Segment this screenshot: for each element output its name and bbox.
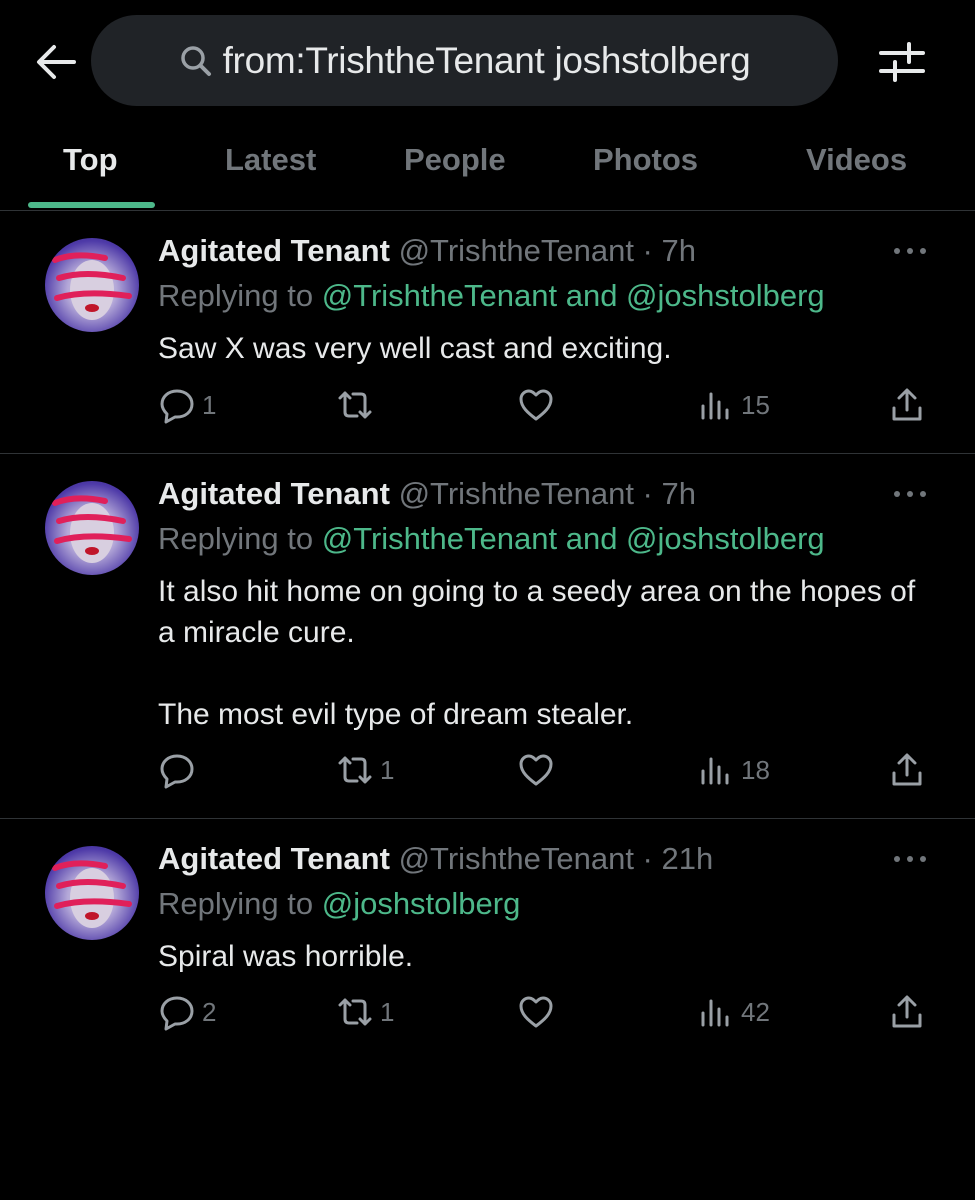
like-icon [519,754,553,786]
tweet-header: Agitated Tenant @TrishtheTenant · 7h [158,233,696,269]
more-icon [894,248,926,254]
filter-sliders-icon [879,42,925,82]
views-icon [701,392,729,420]
avatar[interactable] [45,238,139,332]
reply-count: 2 [202,996,217,1027]
tweet-text: It also hit home on going to a seedy are… [158,575,916,731]
tab-top[interactable]: Top [63,142,118,178]
active-tab-indicator [28,202,155,208]
tab-latest[interactable]: Latest [225,142,316,178]
author-meta: @TrishtheTenant · 7h [398,233,696,268]
share-icon [892,753,922,786]
share-icon [892,995,922,1028]
author-name[interactable]: Agitated Tenant [158,233,390,268]
views-count: 42 [741,996,770,1027]
reply-button[interactable]: 1 [158,383,216,427]
search-tabs: Top Latest People Photos Videos [0,120,975,211]
reply-mentions[interactable]: @TrishtheTenant and @joshstolberg [322,521,825,556]
tweet-text: Saw X was very well cast and exciting. [158,332,672,365]
reply-count: 1 [202,389,217,420]
more-button[interactable] [890,484,930,504]
more-icon [894,491,926,497]
reply-prefix: Replying to [158,886,322,921]
repost-count: 1 [380,754,395,785]
reply-context: Replying to @TrishtheTenant and @joshsto… [158,521,825,557]
share-button[interactable] [888,383,926,427]
share-button[interactable] [888,990,926,1034]
author-meta: @TrishtheTenant · 7h [398,476,696,511]
views-count: 18 [741,754,770,785]
repost-icon [338,391,372,419]
search-query: from:TrishtheTenant joshstolberg [222,39,751,81]
reply-context: Replying to @joshstolberg [158,886,520,922]
like-button[interactable] [517,990,561,1034]
more-button[interactable] [890,849,930,869]
tweet-actions: 1 18 [0,748,975,792]
views-count: 15 [741,389,770,420]
filter-button[interactable] [876,38,928,86]
reply-icon [160,754,194,789]
like-icon [519,996,553,1028]
reply-prefix: Replying to [158,278,322,313]
top-bar: from:TrishtheTenant joshstolberg [0,0,975,120]
search-icon [179,44,213,78]
tab-people[interactable]: People [404,142,506,178]
tweet[interactable]: Agitated Tenant @TrishtheTenant · 21h Re… [0,819,975,1049]
share-icon [892,388,922,421]
tweet-header: Agitated Tenant @TrishtheTenant · 7h [158,476,696,512]
views-button[interactable]: 15 [697,383,770,427]
repost-button[interactable]: 1 [336,748,394,792]
like-button[interactable] [517,383,561,427]
tab-videos[interactable]: Videos [806,142,907,178]
views-icon [701,757,729,785]
views-icon [701,999,729,1027]
views-button[interactable]: 42 [697,990,770,1034]
tab-photos[interactable]: Photos [593,142,698,178]
reply-button[interactable] [158,748,202,792]
repost-button[interactable]: 1 [336,990,394,1034]
tweet-header: Agitated Tenant @TrishtheTenant · 21h [158,841,713,877]
more-icon [894,856,926,862]
back-arrow-icon [37,45,76,79]
avatar[interactable] [45,481,139,575]
like-icon [519,389,553,421]
author-meta: @TrishtheTenant · 21h [398,841,714,876]
author-name[interactable]: Agitated Tenant [158,841,390,876]
repost-icon [338,998,372,1026]
repost-icon [338,756,372,784]
share-button[interactable] [888,748,926,792]
reply-mentions[interactable]: @TrishtheTenant and @joshstolberg [322,278,825,313]
like-button[interactable] [517,748,561,792]
tweet-actions: 1 15 [0,383,975,427]
avatar[interactable] [45,846,139,940]
tweet-actions: 2 1 42 [0,990,975,1034]
views-button[interactable]: 18 [697,748,770,792]
back-button[interactable] [30,38,82,86]
tweet-text: Spiral was horrible. [158,940,414,973]
reply-icon [160,389,194,424]
more-button[interactable] [890,241,930,261]
reply-prefix: Replying to [158,521,322,556]
reply-context: Replying to @TrishtheTenant and @joshsto… [158,278,825,314]
reply-mentions[interactable]: @joshstolberg [322,886,521,921]
author-name[interactable]: Agitated Tenant [158,476,390,511]
tweet[interactable]: Agitated Tenant @TrishtheTenant · 7h Rep… [0,211,975,454]
tweet[interactable]: Agitated Tenant @TrishtheTenant · 7h Rep… [0,454,975,819]
reply-icon [160,996,194,1031]
reply-button[interactable]: 2 [158,990,216,1034]
repost-count: 1 [380,996,395,1027]
search-input[interactable]: from:TrishtheTenant joshstolberg [91,15,838,106]
repost-button[interactable] [336,383,380,427]
